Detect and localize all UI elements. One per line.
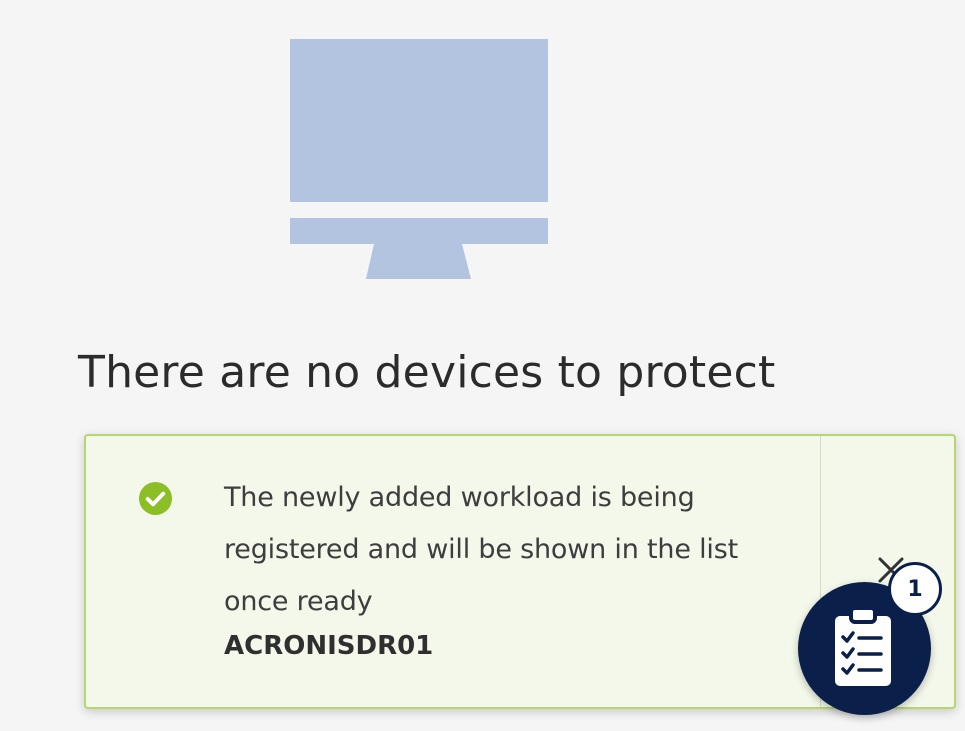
notification-message: The newly added workload is being regist…: [224, 482, 738, 617]
tasks-count-badge: 1: [888, 562, 942, 616]
devices-page: There are no devices to protect The newl…: [0, 0, 965, 731]
notification-device-name: ACRONISDR01: [224, 631, 434, 661]
empty-state-title: There are no devices to protect: [78, 347, 776, 398]
clipboard-checklist-icon: [835, 606, 891, 686]
check-circle-icon: [138, 481, 173, 516]
monitor-icon: [290, 39, 548, 279]
